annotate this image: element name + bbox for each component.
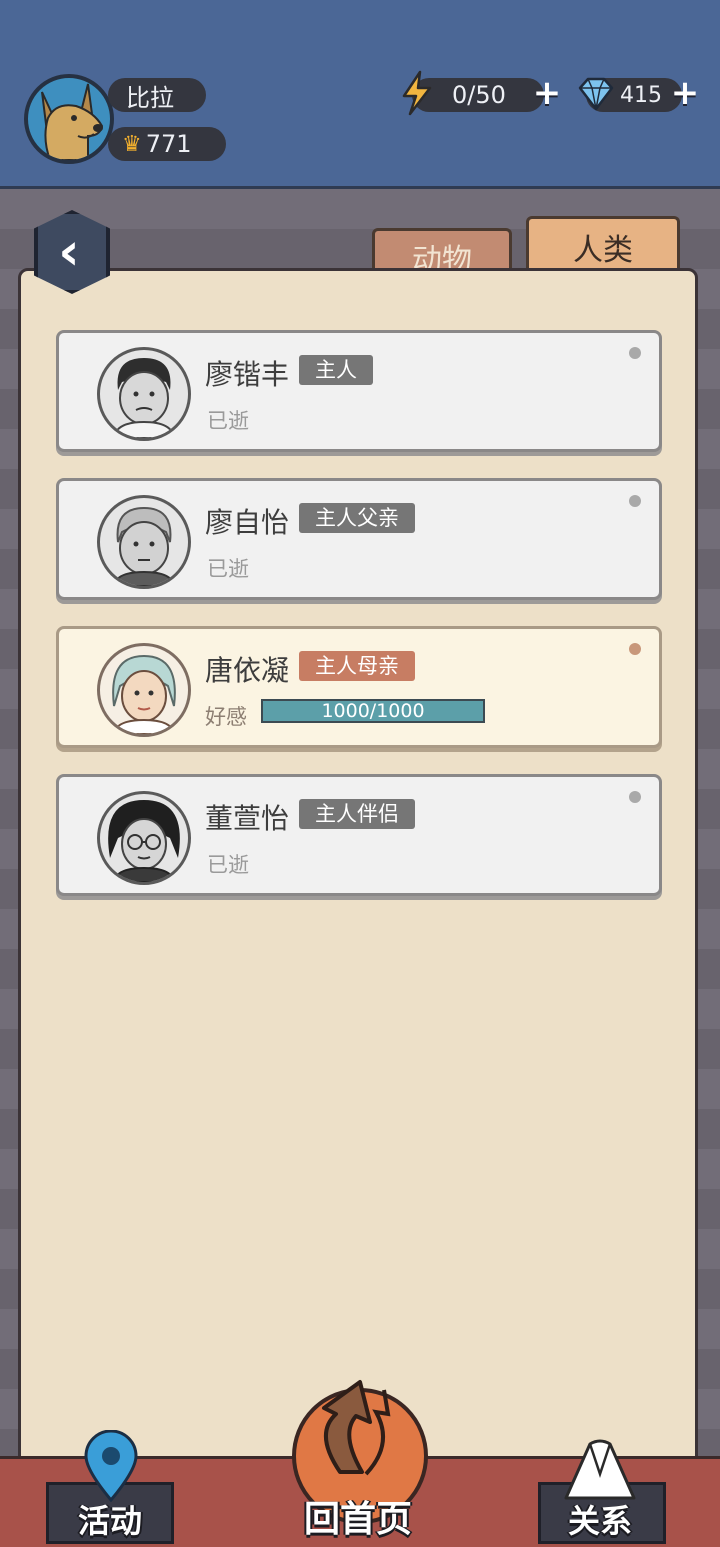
crown-icon: ♛ [122, 131, 142, 157]
person-name: 廖自怡 [205, 506, 290, 539]
add-gems-button[interactable]: + [670, 76, 700, 110]
person-card[interactable]: 廖自怡 主人父亲 已逝 [56, 478, 662, 600]
person-status: 已逝 [207, 409, 249, 433]
role-badge: 主人母亲 [299, 651, 415, 681]
crown-count: 771 [145, 130, 192, 158]
activity-label: 活动 [78, 1502, 143, 1540]
crown-counter: ♛ 771 [108, 127, 226, 161]
map-pin-icon [84, 1430, 138, 1502]
tab-humans[interactable]: 人类 [526, 216, 680, 274]
person-portrait [97, 495, 191, 589]
handshake-icon [564, 1439, 636, 1500]
lightning-icon [402, 70, 432, 116]
role-badge: 主人 [299, 355, 373, 385]
favor-progress-text: 1000/1000 [321, 700, 425, 722]
status-dot [629, 495, 641, 507]
favor-label: 好感 [205, 705, 247, 729]
person-portrait [97, 643, 191, 737]
favor-progress-bar: 1000/1000 [261, 699, 485, 723]
home-label: 回首页 [304, 1499, 413, 1540]
return-arrow-icon [322, 1380, 391, 1476]
person-status: 已逝 [207, 557, 249, 581]
person-portrait [97, 791, 191, 885]
status-dot [629, 791, 641, 803]
gem-value: 415 [620, 82, 662, 108]
player-name: 比拉 [108, 78, 206, 112]
player-avatar[interactable] [24, 74, 114, 164]
energy-value: 0/50 [452, 81, 506, 109]
diamond-icon [578, 77, 614, 111]
person-card[interactable]: 廖锴丰 主人 已逝 [56, 330, 662, 452]
status-dot [629, 643, 641, 655]
chevron-left-icon: ‹ [58, 222, 80, 282]
person-card-selected[interactable]: 唐依凝 主人母亲 好感 1000/1000 [56, 626, 662, 748]
person-card[interactable]: 董萱怡 主人伴侣 已逝 [56, 774, 662, 896]
person-name: 董萱怡 [205, 802, 290, 835]
status-dot [629, 347, 641, 359]
person-status: 已逝 [207, 853, 249, 877]
person-name: 廖锴丰 [205, 358, 290, 391]
relations-label: 关系 [568, 1502, 633, 1540]
top-status-bar: 比拉 ♛ 771 0/50 + 415 + [0, 0, 720, 189]
person-portrait [97, 347, 191, 441]
role-badge: 主人伴侣 [299, 799, 415, 829]
role-badge: 主人父亲 [299, 503, 415, 533]
person-name: 唐依凝 [205, 654, 290, 687]
add-energy-button[interactable]: + [532, 76, 562, 110]
